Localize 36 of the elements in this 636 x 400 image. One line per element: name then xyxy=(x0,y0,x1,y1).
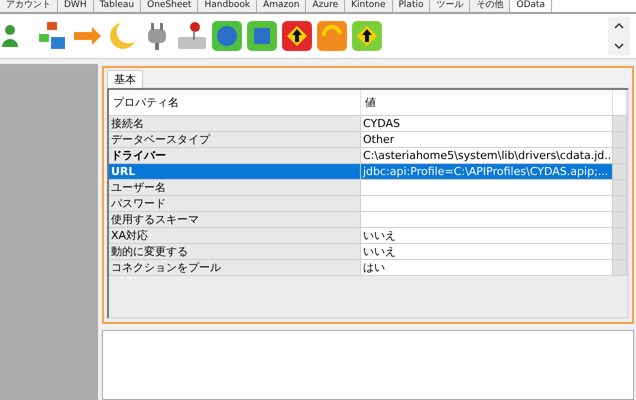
property-value[interactable]: CYDAS xyxy=(361,116,613,132)
category-tab[interactable]: ツール xyxy=(430,0,470,12)
panel-tab[interactable]: 基本 xyxy=(107,70,143,88)
property-value[interactable]: いいえ xyxy=(361,244,613,260)
property-name[interactable]: データベースタイプ xyxy=(109,132,361,148)
category-tab[interactable]: Tableau xyxy=(94,0,142,12)
category-tab[interactable]: Azure xyxy=(306,0,346,12)
property-value[interactable]: jdbc:api:Profile=C:\APIProfiles\CYDAS.apip;... xyxy=(361,164,613,180)
property-name[interactable]: ユーザー名 xyxy=(109,180,361,196)
category-tab[interactable]: OneSheet xyxy=(141,0,198,12)
property-name[interactable]: 接続名 xyxy=(109,116,361,132)
category-tab[interactable]: Handbook xyxy=(198,0,258,12)
property-name[interactable]: XA対応 xyxy=(109,228,361,244)
property-name[interactable]: 使用するスキーマ xyxy=(109,212,361,228)
chevron-down-icon[interactable] xyxy=(613,43,625,51)
category-tab[interactable]: DWH xyxy=(58,0,94,12)
category-tab[interactable]: Platio xyxy=(392,0,430,12)
toolbar-scrollbar[interactable] xyxy=(608,17,630,55)
column-header: プロパティ名 xyxy=(109,90,361,116)
globe-tool-icon[interactable] xyxy=(210,19,244,53)
column-header: 値 xyxy=(361,90,613,116)
header-end-cell xyxy=(613,90,627,116)
property-value[interactable]: Other xyxy=(361,132,613,148)
category-tab[interactable]: その他 xyxy=(470,0,510,12)
property-name[interactable]: パスワード xyxy=(109,196,361,212)
category-tab[interactable]: Amazon xyxy=(257,0,306,12)
property-name[interactable]: 動的に変更する xyxy=(109,244,361,260)
property-name[interactable]: ドライバー xyxy=(109,148,361,164)
category-tab[interactable]: アカウント xyxy=(0,0,58,12)
category-tab[interactable]: Kintone xyxy=(345,0,392,12)
property-value[interactable]: いいえ xyxy=(361,228,613,244)
property-value[interactable]: はい xyxy=(361,260,613,276)
property-name[interactable]: コネクションをプール xyxy=(109,260,361,276)
chevron-up-icon[interactable] xyxy=(613,21,625,29)
property-name[interactable]: URL xyxy=(109,164,361,180)
property-value[interactable]: C:\asteriahome5\system\lib\drivers\cdata.jd... xyxy=(361,148,613,164)
